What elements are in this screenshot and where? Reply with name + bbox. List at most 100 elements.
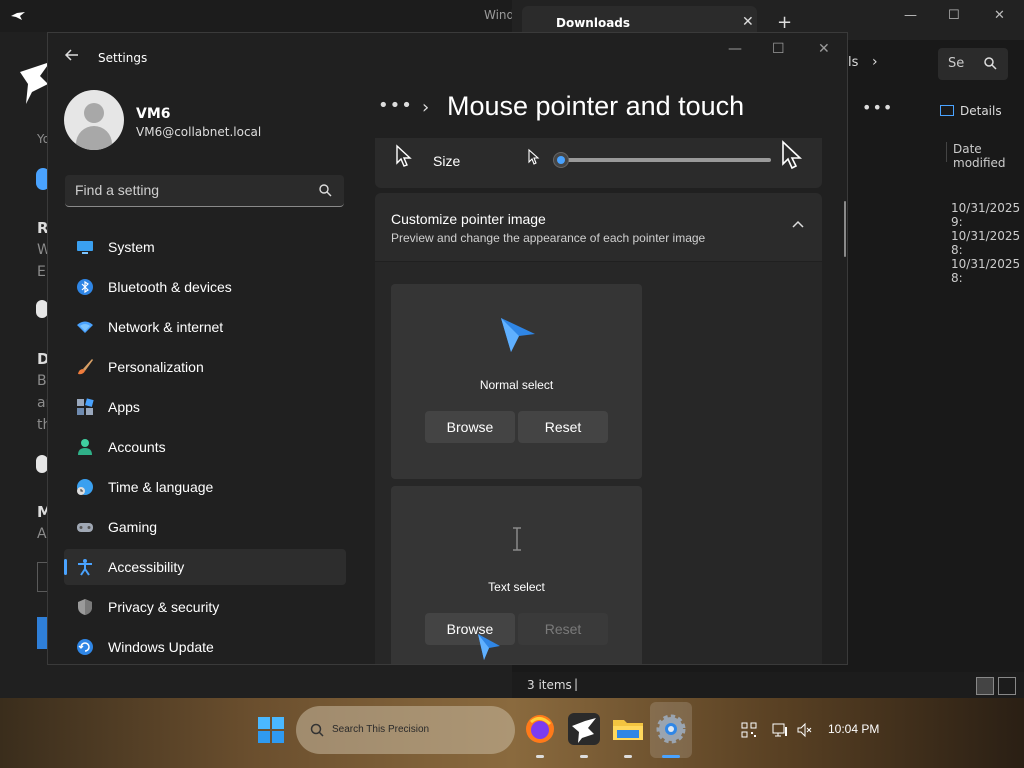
- nav-label: Time & language: [108, 479, 214, 495]
- bluetooth-icon: [77, 279, 93, 295]
- nav-label: Windows Update: [108, 639, 214, 655]
- windows-start-icon[interactable]: [257, 716, 285, 744]
- update-icon: [77, 639, 93, 655]
- pointer-size-card: Size: [375, 138, 822, 188]
- background-window-title: Wind: [484, 8, 515, 22]
- bg-text: A: [37, 526, 47, 542]
- globe-clock-icon: [77, 479, 93, 495]
- nav-item-windows-update[interactable]: Windows Update: [64, 629, 346, 664]
- user-name: VM6: [136, 106, 171, 122]
- downloads-toolbar: ••• Details: [848, 96, 1024, 128]
- selection-indicator: [64, 559, 67, 575]
- eagle-app-icon[interactable]: [567, 712, 601, 746]
- downloads-tab-title: Downloads: [556, 16, 631, 30]
- size-slider[interactable]: [553, 152, 771, 168]
- file-date: 10/31/2025 8:: [951, 229, 1021, 257]
- find-setting-box: [65, 175, 344, 207]
- firefox-icon[interactable]: [523, 712, 557, 746]
- eagle-logo-icon: [11, 12, 25, 20]
- minimize-icon[interactable]: —: [904, 8, 917, 23]
- customize-title: Customize pointer image: [391, 211, 546, 227]
- settings-nav: System Bluetooth & devices Network & int…: [64, 229, 346, 664]
- pointer-card-normal-select: Normal select Browse Reset: [391, 284, 642, 479]
- nav-item-personalization[interactable]: Personalization: [64, 349, 346, 385]
- wifi-icon: [77, 321, 93, 333]
- file-date: 10/31/2025 9:: [951, 201, 1021, 229]
- volume-muted-icon[interactable]: [797, 722, 813, 738]
- details-button[interactable]: Details: [940, 104, 1002, 118]
- details-view-icon[interactable]: [976, 677, 994, 695]
- page-title: Mouse pointer and touch: [447, 91, 745, 121]
- running-indicator-active: [662, 755, 680, 758]
- running-indicator: [624, 755, 632, 758]
- nav-label: Bluetooth & devices: [108, 279, 232, 295]
- avatar-body: [76, 126, 112, 150]
- search-icon: [984, 57, 997, 70]
- system-icon: [77, 241, 93, 254]
- close-icon[interactable]: ✕: [818, 41, 830, 57]
- background-window-titlebar: Wind: [0, 0, 515, 32]
- qr-code-icon[interactable]: [741, 722, 757, 738]
- downloads-search[interactable]: Se: [938, 48, 1008, 80]
- accessibility-icon: [78, 559, 92, 576]
- small-pointer-icon: [528, 148, 540, 165]
- close-icon[interactable]: ✕: [994, 8, 1005, 23]
- back-arrow-icon[interactable]: [64, 47, 80, 63]
- search-icon[interactable]: [319, 184, 332, 197]
- browse-button[interactable]: Browse: [425, 411, 515, 443]
- find-setting-input[interactable]: [65, 175, 305, 205]
- breadcrumb-chevron-icon: ›: [422, 97, 430, 118]
- status-bar: 3 items |: [512, 672, 1024, 700]
- reset-button[interactable]: Reset: [518, 411, 608, 443]
- text-select-cursor-icon: [513, 527, 521, 551]
- settings-title: Settings: [98, 51, 148, 65]
- size-slider-thumb[interactable]: [553, 152, 569, 168]
- nav-label: Privacy & security: [108, 599, 220, 615]
- nav-item-system[interactable]: System: [64, 229, 346, 265]
- reset-button-disabled[interactable]: Reset: [518, 613, 608, 645]
- nav-item-network[interactable]: Network & internet: [64, 309, 346, 345]
- running-indicator: [536, 755, 544, 758]
- maximize-icon[interactable]: ☐: [772, 41, 785, 57]
- more-options-icon[interactable]: •••: [862, 98, 893, 117]
- size-label: Size: [433, 153, 461, 169]
- running-indicator: [580, 755, 588, 758]
- tiles-view-icon[interactable]: [998, 677, 1016, 695]
- nav-label: Apps: [108, 399, 140, 415]
- pointer-name: Text select: [488, 580, 545, 594]
- settings-content: Size Customize pointer image Preview and…: [375, 138, 822, 664]
- settings-gear-icon[interactable]: [654, 712, 688, 746]
- customize-pointer-body: Normal select Browse Reset Text select B…: [375, 262, 822, 664]
- column-header-date[interactable]: Date modified: [946, 142, 1024, 170]
- nav-item-bluetooth[interactable]: Bluetooth & devices: [64, 269, 346, 305]
- breadcrumb-more[interactable]: •••: [378, 95, 413, 116]
- settings-window: Settings — ☐ ✕ VM6 VM6@collabnet.local S…: [47, 32, 848, 665]
- address-fragment: ls: [848, 55, 859, 70]
- brush-icon: [78, 359, 93, 375]
- nav-label: Personalization: [108, 359, 204, 375]
- nav-item-accessibility[interactable]: Accessibility: [64, 549, 346, 585]
- new-tab-icon[interactable]: +: [777, 12, 792, 33]
- nav-item-gaming[interactable]: Gaming: [64, 509, 346, 545]
- file-explorer-icon[interactable]: [611, 712, 645, 746]
- scrollbar[interactable]: [844, 201, 846, 257]
- nav-item-accounts[interactable]: Accounts: [64, 429, 346, 465]
- nav-item-privacy[interactable]: Privacy & security: [64, 589, 346, 625]
- maximize-icon[interactable]: ☐: [948, 8, 960, 23]
- accounts-icon: [78, 439, 92, 455]
- chevron-up-icon[interactable]: [791, 219, 805, 229]
- clock[interactable]: 10:04 PM: [828, 722, 879, 736]
- taskbar-search[interactable]: Search This Precision: [296, 706, 515, 754]
- eagle-logo-icon: [20, 62, 50, 104]
- nav-item-time-language[interactable]: Time & language: [64, 469, 346, 505]
- nav-item-apps[interactable]: Apps: [64, 389, 346, 425]
- minimize-icon[interactable]: —: [728, 41, 742, 57]
- search-icon: [310, 723, 324, 737]
- details-pane-icon: [940, 105, 954, 116]
- network-monitor-icon[interactable]: [772, 722, 788, 738]
- chevron-right-icon: ›: [872, 54, 878, 70]
- avatar[interactable]: [64, 90, 124, 150]
- close-tab-icon[interactable]: ✕: [742, 14, 754, 30]
- customize-pointer-header[interactable]: Customize pointer image Preview and chan…: [375, 193, 822, 261]
- downloads-search-placeholder: Se: [948, 56, 965, 71]
